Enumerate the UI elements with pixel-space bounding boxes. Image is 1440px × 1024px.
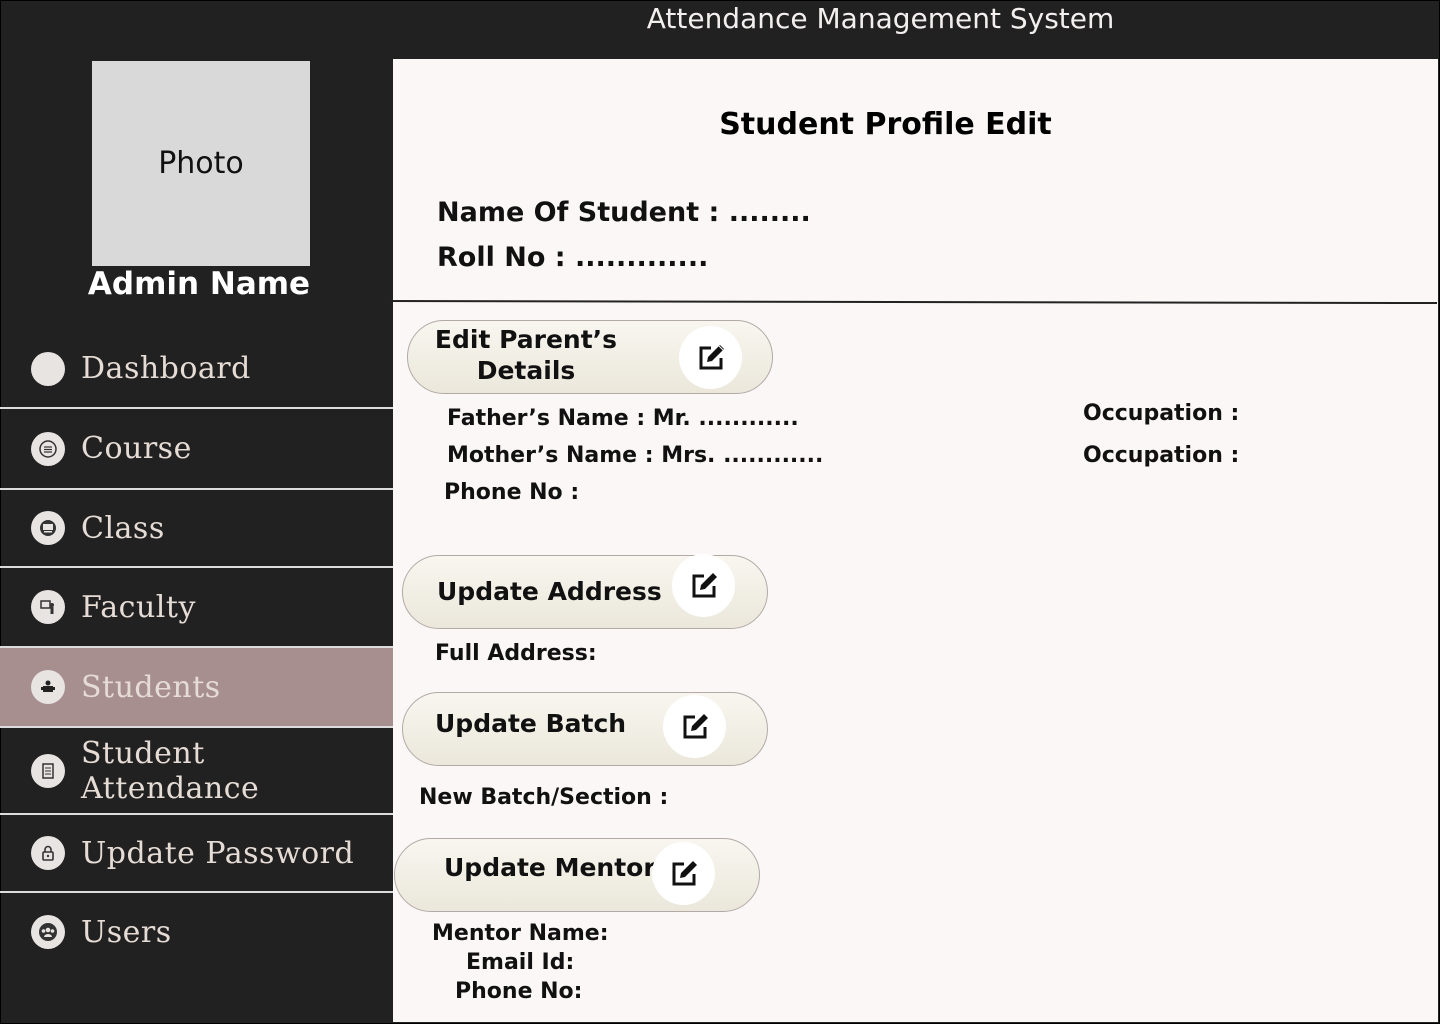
sidebar-item-students[interactable]: Students bbox=[0, 648, 393, 728]
mother-name-field: Mother’s Name : Mrs. ............ bbox=[447, 443, 824, 468]
app-title: Attendance Management System bbox=[646, 2, 1115, 35]
sidebar-item-label: Student Attendance bbox=[81, 735, 260, 806]
course-icon bbox=[31, 431, 65, 466]
new-batch-field: New Batch/Section : bbox=[419, 785, 669, 810]
edit-parents-label-line2: Details bbox=[476, 356, 576, 385]
edit-parents-label-line1: Edit Parent’s bbox=[434, 325, 618, 354]
sidebar-item-label: Update Password bbox=[81, 835, 355, 871]
photo-label: Photo bbox=[158, 146, 244, 181]
update-address-label: Update Address bbox=[437, 577, 662, 606]
update-batch-button[interactable]: Update Batch bbox=[402, 692, 768, 766]
sidebar-item-label: Class bbox=[81, 510, 165, 546]
sidebar-item-label: Dashboard bbox=[81, 351, 251, 386]
edit-parents-button[interactable]: Edit Parent’s Details bbox=[407, 320, 773, 394]
full-address-field: Full Address: bbox=[435, 641, 597, 666]
parent-phone-field: Phone No : bbox=[444, 480, 580, 505]
update-address-button[interactable]: Update Address bbox=[402, 554, 768, 629]
mentor-email-field: Email Id: bbox=[466, 950, 575, 975]
sidebar-item-label: Course bbox=[81, 431, 192, 466]
page-title: Student Profile Edit bbox=[719, 107, 1052, 142]
father-name-field: Father’s Name : Mr. ............ bbox=[447, 406, 799, 431]
edit-parents-label: Edit Parent’s Details bbox=[428, 324, 624, 386]
sidebar-item-update-password[interactable]: Update Password bbox=[0, 815, 393, 893]
faculty-icon bbox=[31, 590, 65, 624]
admin-name: Admin Name bbox=[87, 266, 311, 302]
mother-occupation-field: Occupation : bbox=[1083, 443, 1240, 468]
sidebar-item-label: Students bbox=[81, 669, 221, 705]
sidebar-item-class[interactable]: Class bbox=[0, 490, 393, 568]
update-mentor-button[interactable]: Update Mentor bbox=[394, 838, 760, 912]
class-icon bbox=[31, 511, 65, 545]
update-batch-label: Update Batch bbox=[435, 709, 627, 738]
sidebar-item-faculty[interactable]: Faculty bbox=[0, 568, 393, 648]
roll-no: Roll No : ............. bbox=[437, 242, 709, 273]
attendance-icon bbox=[31, 753, 65, 788]
sidebar-nav: Dashboard Course Class Faculty Students … bbox=[0, 330, 393, 971]
sidebar-item-student-attendance[interactable]: Student Attendance bbox=[0, 728, 393, 815]
users-icon bbox=[31, 915, 65, 949]
edit-icon bbox=[663, 695, 726, 758]
sidebar-item-course[interactable]: Course bbox=[0, 409, 393, 490]
lock-icon bbox=[31, 836, 65, 870]
update-mentor-label: Update Mentor bbox=[444, 853, 656, 882]
sidebar-item-label: Faculty bbox=[81, 589, 196, 625]
students-icon bbox=[31, 670, 65, 704]
father-occupation-field: Occupation : bbox=[1083, 401, 1240, 426]
sidebar-item-users[interactable]: Users bbox=[0, 893, 393, 971]
edit-icon bbox=[652, 842, 715, 905]
mentor-phone-field: Phone No: bbox=[455, 979, 583, 1004]
edit-icon bbox=[672, 554, 735, 617]
main-content: Student Profile Edit Name Of Student : .… bbox=[393, 59, 1438, 1022]
mentor-name-field: Mentor Name: bbox=[432, 921, 609, 946]
profile-photo[interactable]: Photo bbox=[92, 61, 310, 266]
dashboard-icon bbox=[31, 351, 65, 386]
sidebar-item-label: Users bbox=[81, 914, 172, 950]
sidebar-item-dashboard[interactable]: Dashboard bbox=[0, 330, 393, 409]
student-name: Name Of Student : ........ bbox=[437, 197, 811, 228]
edit-icon bbox=[679, 326, 742, 389]
